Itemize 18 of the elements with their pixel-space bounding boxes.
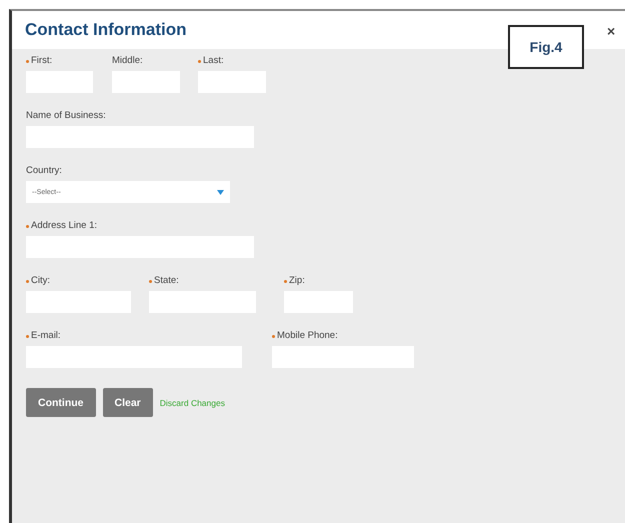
discard-link[interactable]: Discard Changes (160, 398, 225, 408)
field-label: First: (26, 55, 112, 67)
dialog-title: Contact Information (25, 20, 186, 40)
field-label: Last: (198, 55, 266, 67)
field-label: Name of Business: (26, 110, 107, 122)
clear-button[interactable]: Clear (102, 388, 153, 417)
close-button[interactable]: × (605, 24, 618, 38)
field-label: Mobile Phone: (272, 330, 414, 342)
field-label: State: (149, 275, 284, 287)
field-label: E-mail: (26, 330, 272, 342)
field-label: Zip: (284, 275, 353, 287)
continue-button[interactable]: Continue (26, 388, 96, 417)
field-label: City: (26, 275, 149, 287)
figure-label: Fig.4 (508, 25, 584, 69)
caret-icon (217, 190, 224, 194)
field-label: Address Line 1: (26, 220, 254, 232)
field-label: Country: (26, 165, 63, 177)
field-label: Middle: (112, 55, 144, 67)
